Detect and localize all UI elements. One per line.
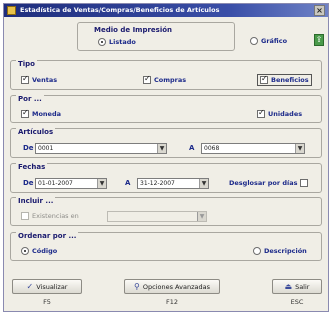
exit-icon: ⏏	[284, 282, 293, 291]
fechas-de-label: De	[23, 179, 34, 187]
check-desglosar[interactable]: Desglosar por días	[229, 179, 309, 187]
articulos-de-value: 0001	[38, 145, 54, 152]
articulos-label: Artículos	[16, 128, 56, 136]
incluir-group: Incluir ... Existencias en ▼	[10, 197, 322, 226]
check-beneficios[interactable]: Beneficios	[257, 74, 312, 86]
medio-label: Medio de Impresión	[92, 26, 175, 34]
radio-listado[interactable]: Listado	[98, 38, 136, 46]
radio-codigo-label: Código	[32, 247, 58, 255]
radio-codigo[interactable]: Código	[21, 247, 57, 255]
fechas-group: Fechas De 01-01-2007 ▼ A 31-12-2007 ▼ De…	[10, 163, 322, 193]
opciones-shortcut: F12	[165, 298, 178, 306]
radio-descripcion[interactable]: Descripción	[253, 247, 307, 255]
check-icon: ✓	[26, 282, 34, 291]
check-desglosar-label: Desglosar por días	[229, 179, 298, 187]
existencias-combo[interactable]: ▼	[107, 211, 207, 222]
salir-shortcut: ESC	[290, 298, 304, 306]
chevron-down-icon[interactable]: ▼	[197, 212, 206, 221]
check-moneda-label: Moneda	[32, 110, 62, 118]
salir-label: Salir	[295, 282, 310, 291]
title-bar: Estadística de Ventas/Compras/Beneficios…	[4, 4, 328, 17]
radio-descripcion-control[interactable]	[253, 247, 261, 255]
radio-descripcion-label: Descripción	[264, 247, 307, 255]
window-title: Estadística de Ventas/Compras/Beneficios…	[20, 6, 220, 14]
check-compras-label: Compras	[154, 76, 187, 84]
check-unidades-label: Unidades	[268, 110, 303, 118]
opciones-label: Opciones Avanzadas	[142, 282, 210, 291]
fechas-a-value: 31-12-2007	[140, 180, 175, 187]
por-group: Por ... Moneda Unidades	[10, 95, 322, 123]
export-icon[interactable]: ⇪	[314, 34, 324, 46]
tipo-group: Tipo Ventas Compras Beneficios	[10, 60, 322, 90]
radio-grafico[interactable]: Gráfico	[250, 37, 287, 45]
radio-listado-label: Listado	[109, 38, 136, 46]
visualizar-label: Visualizar	[36, 282, 68, 291]
opciones-avanzadas-button[interactable]: ⚲ Opciones Avanzadas	[124, 279, 220, 294]
articulos-de-combo[interactable]: 0001 ▼	[35, 143, 167, 154]
salir-button[interactable]: ⏏ Salir	[272, 279, 322, 294]
check-ventas-label: Ventas	[32, 76, 58, 84]
ordenar-label: Ordenar por ...	[16, 232, 79, 240]
incluir-label: Incluir ...	[16, 197, 56, 205]
fechas-a-label: A	[125, 179, 131, 187]
check-existencias[interactable]: Existencias en	[21, 212, 79, 220]
check-ventas[interactable]: Ventas	[21, 74, 58, 84]
chevron-down-icon[interactable]: ▼	[97, 179, 106, 188]
ordenar-group: Ordenar por ... Código Descripción	[10, 232, 322, 261]
check-beneficios-control[interactable]	[260, 74, 268, 84]
check-existencias-label: Existencias en	[32, 212, 79, 220]
visualizar-button[interactable]: ✓ Visualizar	[12, 279, 82, 294]
articulos-group: Artículos De 0001 ▼ A 0068 ▼	[10, 128, 322, 158]
search-icon: ⚲	[134, 282, 140, 291]
check-compras-control[interactable]	[143, 74, 151, 84]
check-ventas-control[interactable]	[21, 74, 29, 84]
articulos-a-value: 0068	[204, 145, 220, 152]
check-moneda[interactable]: Moneda	[21, 108, 62, 118]
fechas-de-combo[interactable]: 01-01-2007 ▼	[35, 178, 107, 189]
close-icon[interactable]: ×	[314, 5, 325, 16]
fechas-a-combo[interactable]: 31-12-2007 ▼	[137, 178, 209, 189]
radio-codigo-control[interactable]	[21, 247, 29, 255]
fechas-de-value: 01-01-2007	[38, 180, 73, 187]
visualizar-shortcut: F5	[43, 298, 51, 306]
medio-group: Medio de Impresión Listado	[77, 22, 235, 51]
app-icon	[7, 6, 16, 15]
report-window: Estadística de Ventas/Compras/Beneficios…	[3, 3, 329, 312]
check-moneda-control[interactable]	[21, 108, 29, 118]
por-label: Por ...	[16, 95, 44, 103]
radio-listado-control[interactable]	[98, 38, 106, 46]
tipo-label: Tipo	[16, 60, 37, 68]
radio-grafico-control[interactable]	[250, 37, 258, 45]
check-unidades-control[interactable]	[257, 108, 265, 118]
check-existencias-control[interactable]	[21, 212, 29, 220]
articulos-de-label: De	[23, 144, 34, 152]
check-beneficios-label: Beneficios	[271, 76, 309, 84]
check-unidades[interactable]: Unidades	[257, 108, 303, 118]
radio-grafico-label: Gráfico	[261, 37, 288, 45]
check-compras[interactable]: Compras	[143, 74, 187, 84]
chevron-down-icon[interactable]: ▼	[295, 144, 304, 153]
check-desglosar-control[interactable]	[300, 179, 309, 187]
chevron-down-icon[interactable]: ▼	[199, 179, 208, 188]
articulos-a-combo[interactable]: 0068 ▼	[201, 143, 305, 154]
fechas-label: Fechas	[16, 163, 48, 171]
articulos-a-label: A	[189, 144, 195, 152]
chevron-down-icon[interactable]: ▼	[157, 144, 166, 153]
